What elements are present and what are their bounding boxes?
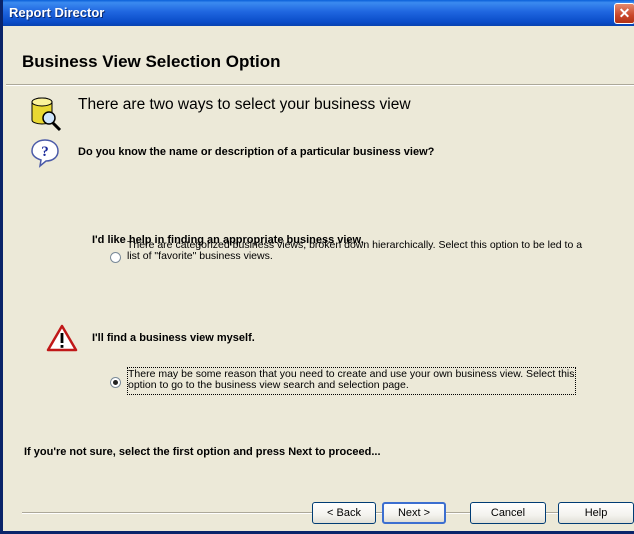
help-button[interactable]: Help <box>558 502 634 524</box>
option-self-radio[interactable] <box>110 377 121 388</box>
question-icon: ? <box>31 139 59 168</box>
intro-text: There are two ways to select your busine… <box>78 96 411 113</box>
back-button[interactable]: < Back <box>312 502 376 524</box>
question-text: Do you know the name or description of a… <box>78 146 435 158</box>
database-search-icon <box>31 97 62 132</box>
page-title: Business View Selection Option <box>22 52 281 71</box>
option-self-description[interactable]: There may be some reason that you need t… <box>128 369 588 391</box>
close-icon: ✕ <box>618 5 631 21</box>
option-help-radio[interactable] <box>110 252 121 263</box>
title-bar[interactable]: Report Director ✕ <box>3 0 634 26</box>
wizard-content: Business View Selection Option There are… <box>6 26 634 531</box>
footer-hint: If you're not sure, select the first opt… <box>24 446 381 458</box>
window-title: Report Director <box>9 5 105 20</box>
warning-icon <box>46 324 78 352</box>
report-director-window: Report Director ✕ Business View Selectio… <box>0 0 634 534</box>
svg-text:?: ? <box>41 144 49 160</box>
radio-selected-dot <box>113 380 118 385</box>
cancel-button[interactable]: Cancel <box>470 502 546 524</box>
option-help-description[interactable]: There are categorized business views, br… <box>127 240 587 262</box>
close-button[interactable]: ✕ <box>614 3 634 24</box>
header-divider <box>6 84 634 86</box>
next-button[interactable]: Next > <box>382 502 446 524</box>
option-self-label: I'll find a business view myself. <box>92 332 255 344</box>
